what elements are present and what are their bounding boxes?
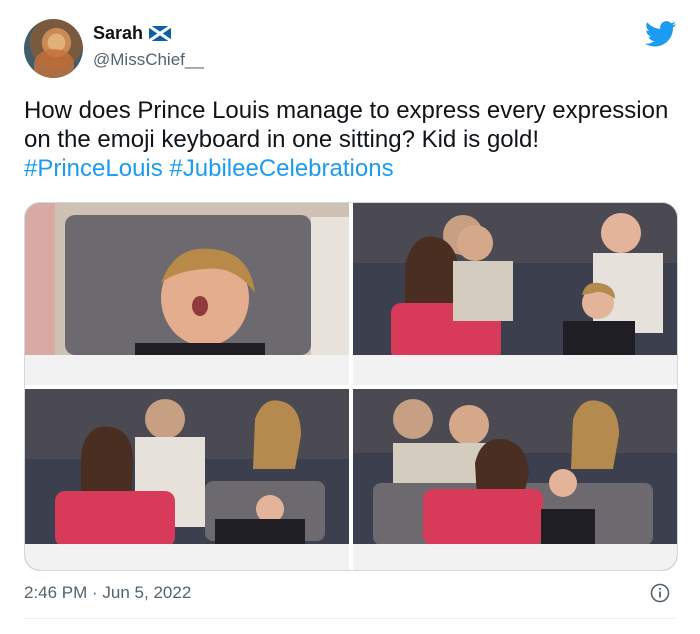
author-name-row[interactable]: Sarah bbox=[93, 23, 172, 44]
media-grid bbox=[24, 202, 678, 571]
bottom-divider bbox=[24, 618, 676, 619]
avatar[interactable] bbox=[24, 19, 83, 78]
tweet-body: How does Prince Louis manage to express … bbox=[24, 97, 669, 153]
tweet-timestamp[interactable]: 2:46 PM · Jun 5, 2022 bbox=[24, 583, 191, 603]
photo-top-right[interactable] bbox=[353, 203, 677, 385]
photo-top-left[interactable] bbox=[25, 203, 349, 385]
scotland-flag-icon bbox=[149, 26, 172, 41]
tweet-card: Sarah @MissChief__ How does Prince Louis… bbox=[0, 0, 700, 634]
author-handle[interactable]: @MissChief__ bbox=[93, 50, 204, 70]
tweet-text: How does Prince Louis manage to express … bbox=[24, 96, 684, 183]
display-name[interactable]: Sarah bbox=[93, 23, 143, 44]
twitter-bird-icon[interactable] bbox=[645, 21, 677, 47]
hashtag-jubileecelebrations[interactable]: #JubileeCelebrations bbox=[169, 155, 393, 182]
hashtag-princelouis[interactable]: #PrinceLouis bbox=[24, 155, 163, 182]
photo-bottom-left[interactable] bbox=[25, 389, 349, 570]
info-icon[interactable] bbox=[650, 583, 670, 603]
photo-bottom-right[interactable] bbox=[353, 389, 677, 570]
